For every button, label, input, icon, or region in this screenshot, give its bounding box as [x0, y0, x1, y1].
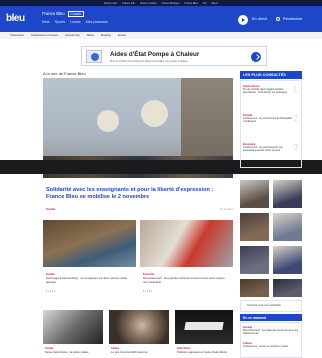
station-selector[interactable]: France Bleu Choisir [42, 11, 84, 17]
network-link[interactable]: France Inter [104, 2, 117, 5]
topic-link[interactable]: Meteo [85, 34, 96, 37]
gallery-thumb[interactable] [240, 213, 269, 241]
gallery-thumb[interactable] [273, 213, 302, 241]
list-item[interactable]: Société Reconfinement : les règles du co… [243, 326, 299, 335]
newsletter-promo[interactable]: Inscrivez-vous à la newsletter [240, 300, 302, 312]
most-read-header: LES PLUS CONSULTÉS [240, 71, 302, 79]
item-headline[interactable]: Confinement : suivez le concert en direc… [243, 345, 299, 348]
hero-balloon [141, 100, 168, 127]
gallery-thumb[interactable] [240, 279, 269, 297]
network-link[interactable]: Mouv' [212, 2, 219, 5]
ad-title: Aides d'État Pompe à Chaleur [110, 51, 200, 58]
newsletter-text: Inscrivez-vous à la newsletter [247, 304, 282, 307]
item-headline[interactable]: Confinement : les commerçants non essent… [243, 146, 293, 152]
network-link[interactable]: Fip [203, 2, 206, 5]
hero-balloon [97, 110, 119, 132]
ad-subtitle: Plus de 10 000 euros d'aides de l'État p… [110, 60, 188, 63]
card-image[interactable] [175, 310, 233, 344]
most-read-list: Haute-Savoie Fin de contrôle dans l'aggl… [240, 80, 302, 168]
card-image[interactable] [140, 220, 233, 267]
section-title: A la une de France Bleu [43, 71, 86, 76]
item-headline[interactable]: Fin de contrôle dans l'agglomération gre… [243, 88, 293, 94]
hero-headline[interactable]: Solidarité avec les enseignants et pour … [46, 187, 232, 202]
card-headline[interactable]: Seine-Saint-Denis : la justice saisie [45, 350, 103, 355]
gallery-thumb[interactable] [273, 246, 302, 274]
topic-link[interactable]: Confinement en France [29, 34, 60, 37]
card-timestamp: Il y a 2 h [143, 290, 153, 293]
rank-number: 1 [293, 85, 298, 94]
topic-link[interactable]: Ecoute [116, 34, 128, 37]
item-headline[interactable]: Reconfinement : les règles du couvre-feu… [243, 329, 299, 335]
card-image[interactable] [43, 220, 136, 267]
topic-link[interactable]: Coronavirus [8, 34, 26, 37]
police-text-decoration [184, 322, 224, 330]
card-headline[interactable]: Le prix Femina 2020 décerné [111, 350, 169, 355]
rank-number: 3 [293, 143, 298, 152]
list-item[interactable]: Haute-Savoie Fin de contrôle dans l'aggl… [243, 85, 293, 94]
gallery-thumb[interactable] [273, 279, 302, 297]
network-link[interactable]: France Musique [162, 2, 180, 5]
topic-link[interactable]: Musique [99, 34, 113, 37]
card-headline[interactable]: Reconfinement : les grandes surfaces doi… [143, 276, 229, 284]
card-timestamp: Il y a 1 h [46, 290, 56, 293]
list-item[interactable]: Culture Confinement : suivez le concert … [243, 342, 299, 348]
gallery-thumb[interactable] [240, 180, 269, 208]
ad-logo-icon [86, 50, 102, 63]
topic-link[interactable]: Samuel Paty [63, 34, 82, 37]
live-section-header: En ce moment [240, 314, 302, 321]
card-image[interactable] [43, 310, 103, 344]
live-list: Société Reconfinement : les règles du co… [240, 322, 302, 358]
site-logo[interactable]: bleu [6, 13, 25, 24]
nav-item-sports[interactable]: Sports [55, 20, 65, 24]
network-link[interactable]: France Bleu [185, 2, 198, 5]
live-label[interactable]: En direct [252, 17, 267, 21]
hero-timestamp: Il y a 1 jour [220, 208, 233, 211]
header-nav: Infos Sports Loisirs Mes podcasts [42, 20, 108, 24]
nav-item-loisirs[interactable]: Loisirs [70, 20, 80, 24]
search-icon[interactable] [276, 17, 280, 21]
page: France Inter France Info France Culture … [0, 0, 322, 358]
live-section-title: En ce moment [243, 315, 267, 320]
station-badge[interactable]: Choisir [67, 11, 84, 17]
hero-category[interactable]: Société [46, 208, 55, 211]
topics-bar: Coronavirus Confinement en France Samuel… [0, 32, 322, 39]
gallery-thumb[interactable] [240, 246, 269, 274]
advertisement-banner[interactable]: Aides d'État Pompe à Chaleur Plus de 10 … [81, 46, 267, 66]
network-link[interactable]: France Info [122, 2, 135, 5]
list-item[interactable]: Économie Confinement : les commerçants n… [243, 143, 293, 152]
item-headline[interactable]: Confinement : les commerces de Montpelli… [243, 117, 293, 123]
nav-item-infos[interactable]: Infos [42, 20, 50, 24]
gallery-thumb[interactable] [273, 180, 302, 208]
chevron-right-icon[interactable] [251, 52, 261, 62]
nav-item-podcasts[interactable]: Mes podcasts [86, 20, 108, 24]
card-headline[interactable]: Hommage à Samuel Paty : un enseignant su… [46, 276, 132, 284]
station-name: France Bleu [42, 11, 65, 16]
rank-number: 2 [293, 114, 298, 123]
list-item[interactable]: Société Confinement : les commerces de M… [243, 114, 293, 123]
network-link[interactable]: France Culture [140, 2, 157, 5]
search-label[interactable]: Rechercher [283, 17, 303, 21]
card-headline[interactable]: Policiers agressés en Seine-Saint-Denis [177, 350, 233, 355]
play-icon[interactable] [238, 15, 248, 25]
most-read-title: LES PLUS CONSULTÉS [243, 73, 286, 77]
site-header: bleu France Bleu Choisir Infos Sports Lo… [0, 6, 322, 32]
card-image[interactable] [109, 310, 169, 344]
